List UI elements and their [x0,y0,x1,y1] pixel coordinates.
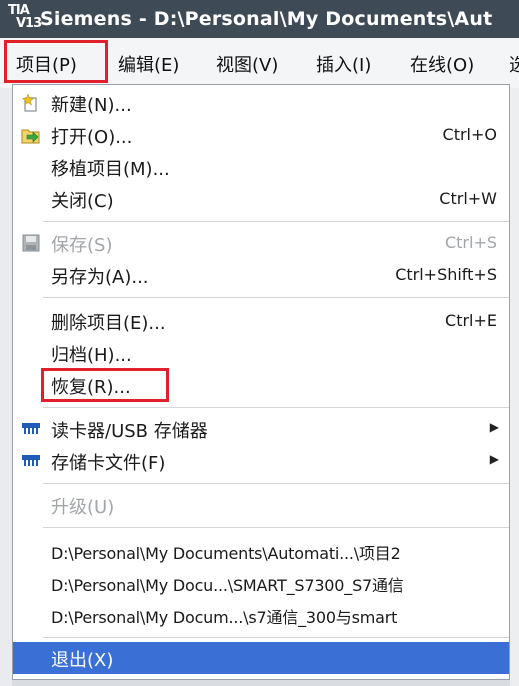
save-disk-icon [22,234,40,252]
menu-item-new-label: 新建(N)... [51,95,132,116]
window-title: Siemens - D:\Personal\My Documents\Aut [40,8,493,30]
menu-item-new[interactable]: 新建(N)... [13,87,509,119]
logo-text-version: V13 [16,16,42,31]
menu-separator [43,637,509,638]
menu-item-restore[interactable]: 恢复(R)... [13,369,509,401]
menu-item-migrate[interactable]: 移植项目(M)... [13,151,509,183]
menu-item-migrate-label: 移植项目(M)... [51,159,170,180]
menu-item-close[interactable]: 关闭(C) Ctrl+W [13,183,509,215]
new-project-icon [21,93,37,112]
tia-portal-logo: TIA V13 [0,0,42,38]
menu-item-save-label: 保存(S) [51,235,113,256]
menu-separator [43,527,509,528]
menu-item-open[interactable]: 打开(O)... Ctrl+O [13,119,509,151]
menu-online[interactable]: 在线(O) [410,38,474,88]
memory-card-icon [22,455,40,466]
menu-item-card-reader-label: 读卡器/USB 存储器 [51,421,208,442]
menu-item-memory-card-file[interactable]: 存储卡文件(F) ▶ [13,445,509,477]
recent-project-item[interactable]: D:\Personal\My Docum...\s7通信_300与smart [13,599,509,631]
menu-separator [43,483,509,484]
menu-separator [43,297,509,298]
menu-item-card-reader[interactable]: 读卡器/USB 存储器 ▶ [13,413,509,445]
shortcut-close: Ctrl+W [439,189,497,208]
window-titlebar: TIA V13 Siemens - D:\Personal\My Documen… [0,0,519,38]
recent-project-item[interactable]: D:\Personal\My Documents\Automati...\项目2 [13,535,509,567]
menu-item-archive-label: 归档(H)... [51,345,132,366]
recent-project-item[interactable]: D:\Personal\My Docu...\SMART_S7300_S7通信 [13,567,509,599]
submenu-arrow-icon: ▶ [489,420,499,434]
left-panel-edge [0,88,12,686]
menu-item-open-label: 打开(O)... [51,127,133,148]
right-panel-edge [510,88,519,686]
menu-bar: 项目(P) 编辑(E) 视图(V) 插入(I) 在线(O) 选 [0,38,519,89]
submenu-arrow-icon: ▶ [489,452,499,466]
shortcut-open: Ctrl+O [442,125,497,144]
recent-project-path: D:\Personal\My Docum...\s7通信_300与smart [51,608,398,627]
menu-item-memory-card-label: 存储卡文件(F) [51,453,166,474]
menu-item-save[interactable]: 保存(S) Ctrl+S [13,227,509,259]
menu-item-exit-label: 退出(X) [51,650,114,671]
menu-separator [43,221,509,222]
menu-item-upgrade-label: 升级(U) [51,497,115,518]
menu-item-delete-label: 删除项目(E)... [51,313,166,334]
menu-item-delete-project[interactable]: 删除项目(E)... Ctrl+E [13,305,509,337]
project-dropdown-menu: 新建(N)... 打开(O)... Ctrl+O 移植项目(M)... 关闭(C… [12,84,510,680]
menu-edit[interactable]: 编辑(E) [118,38,179,88]
menu-item-upgrade[interactable]: 升级(U) [13,489,509,521]
menu-view[interactable]: 视图(V) [216,38,278,88]
menu-options[interactable]: 选 [509,38,519,88]
menu-insert[interactable]: 插入(I) [316,38,371,88]
card-reader-icon [22,423,40,434]
menu-item-restore-label: 恢复(R)... [51,377,131,398]
menu-separator [43,407,509,408]
menu-item-archive[interactable]: 归档(H)... [13,337,509,369]
shortcut-save: Ctrl+S [444,233,497,252]
menu-item-save-as-label: 另存为(A)... [51,267,149,288]
recent-project-path: D:\Personal\My Docu...\SMART_S7300_S7通信 [51,576,404,595]
shortcut-save-as: Ctrl+Shift+S [395,265,497,284]
menu-project[interactable]: 项目(P) [16,38,77,88]
menu-item-close-label: 关闭(C) [51,191,114,212]
menu-item-exit[interactable]: 退出(X) [13,642,509,674]
recent-project-path: D:\Personal\My Documents\Automati...\项目2 [51,544,401,563]
menu-item-save-as[interactable]: 另存为(A)... Ctrl+Shift+S [13,259,509,291]
shortcut-delete: Ctrl+E [445,311,497,330]
open-folder-icon [21,129,40,144]
